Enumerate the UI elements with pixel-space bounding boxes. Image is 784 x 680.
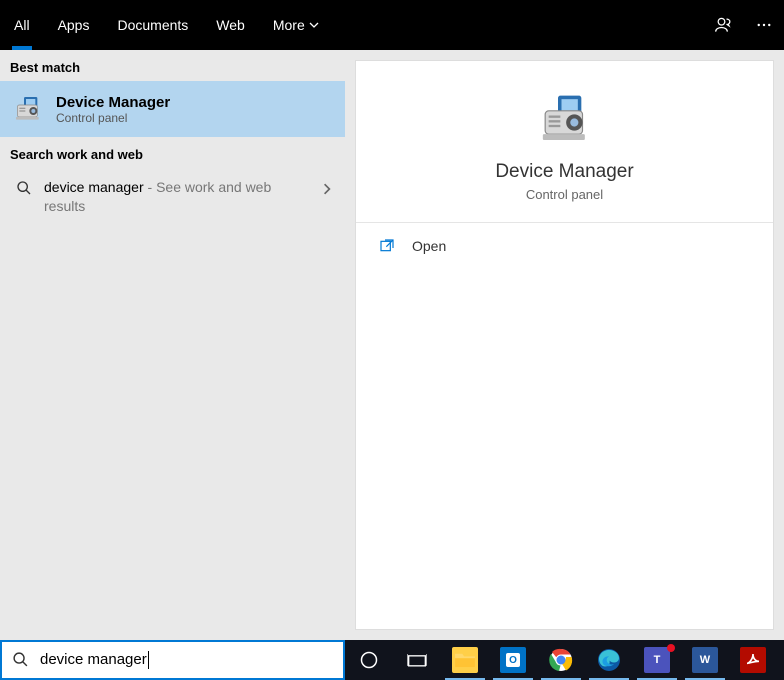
detail-subtitle: Control panel — [366, 187, 763, 202]
chevron-right-icon[interactable] — [321, 182, 333, 200]
detail-pane: Device Manager Control panel Open — [345, 50, 784, 640]
tab-all[interactable]: All — [0, 0, 44, 50]
more-options-icon[interactable] — [744, 0, 784, 50]
web-result[interactable]: device manager - See work and web result… — [0, 168, 345, 226]
taskbar-app-acrobat[interactable] — [729, 640, 777, 680]
main-area: Best match Device Manager Control panel … — [0, 50, 784, 640]
search-query-text: device manager — [40, 651, 149, 669]
task-view-button[interactable] — [393, 640, 441, 680]
taskbar-app-word[interactable]: W — [681, 640, 729, 680]
open-action[interactable]: Open — [356, 223, 773, 269]
tab-web[interactable]: Web — [202, 0, 259, 50]
search-icon — [12, 651, 30, 669]
detail-header: Device Manager Control panel — [356, 61, 773, 223]
taskbar-app-outlook[interactable]: O — [489, 640, 537, 680]
device-manager-icon — [12, 93, 44, 125]
top-filter-bar: All Apps Documents Web More — [0, 0, 784, 50]
chevron-down-icon — [309, 20, 319, 30]
detail-title: Device Manager — [366, 161, 763, 183]
search-input[interactable]: device manager — [0, 640, 345, 680]
web-result-text: device manager - See work and web result… — [44, 178, 333, 216]
best-match-label: Best match — [0, 50, 345, 81]
taskbar-app-file-explorer[interactable] — [441, 640, 489, 680]
cortana-button[interactable] — [345, 640, 393, 680]
best-match-title: Device Manager — [56, 94, 170, 111]
taskbar-app-edge[interactable] — [585, 640, 633, 680]
search-work-web-label: Search work and web — [0, 137, 345, 168]
taskbar-app-teams[interactable]: T — [633, 640, 681, 680]
detail-card: Device Manager Control panel Open — [355, 60, 774, 630]
tab-documents[interactable]: Documents — [103, 0, 202, 50]
taskbar-app-chrome[interactable] — [537, 640, 585, 680]
best-match-result[interactable]: Device Manager Control panel — [0, 81, 345, 137]
tab-apps[interactable]: Apps — [44, 0, 104, 50]
taskbar: O T W — [345, 640, 784, 680]
open-icon — [378, 237, 396, 255]
best-match-subtitle: Control panel — [56, 111, 170, 125]
results-pane: Best match Device Manager Control panel … — [0, 50, 345, 640]
feedback-icon[interactable] — [704, 0, 744, 50]
search-icon — [16, 180, 34, 198]
open-label: Open — [412, 238, 446, 254]
device-manager-icon-large — [537, 91, 593, 147]
tab-more[interactable]: More — [259, 0, 333, 50]
